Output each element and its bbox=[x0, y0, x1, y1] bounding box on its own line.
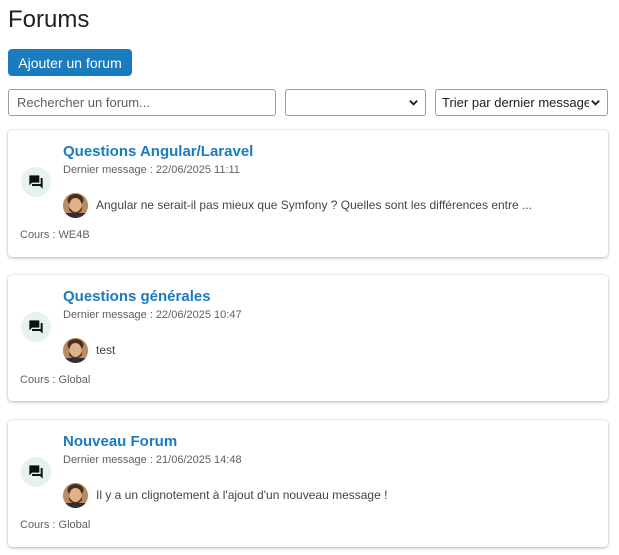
forum-title[interactable]: Nouveau Forum bbox=[63, 433, 177, 450]
forum-icon bbox=[21, 457, 51, 487]
last-message-date: Dernier message : 21/06/2025 14:48 bbox=[63, 454, 242, 466]
user-avatar bbox=[63, 483, 88, 508]
last-message-date: Dernier message : 22/06/2025 10:47 bbox=[63, 309, 242, 321]
course-label: Cours : WE4B bbox=[20, 229, 90, 241]
forum-title[interactable]: Questions Angular/Laravel bbox=[63, 143, 253, 160]
forum-icon bbox=[21, 312, 51, 342]
forums-page: Forums Ajouter un forum Trier par dernie… bbox=[0, 0, 619, 555]
page-title: Forums bbox=[8, 6, 90, 33]
sort-select-value: Trier par dernier message bbox=[442, 95, 589, 110]
user-avatar bbox=[63, 193, 88, 218]
chevron-down-icon bbox=[589, 97, 601, 109]
message-preview: Il y a un clignotement à l'ajout d'un no… bbox=[96, 488, 388, 502]
course-filter-select[interactable] bbox=[285, 89, 426, 116]
forum-title[interactable]: Questions générales bbox=[63, 288, 211, 305]
add-forum-button[interactable]: Ajouter un forum bbox=[8, 49, 132, 76]
message-preview: test bbox=[96, 343, 116, 357]
search-input[interactable] bbox=[8, 89, 276, 116]
forum-card[interactable]: Questions générales Dernier message : 22… bbox=[8, 275, 608, 401]
forum-card[interactable]: Questions Angular/Laravel Dernier messag… bbox=[8, 130, 608, 257]
course-label: Cours : Global bbox=[20, 374, 91, 386]
forum-card[interactable]: Nouveau Forum Dernier message : 21/06/20… bbox=[8, 420, 608, 547]
message-preview: Angular ne serait-il pas mieux que Symfo… bbox=[96, 198, 533, 212]
sort-select[interactable]: Trier par dernier message bbox=[435, 89, 608, 116]
last-message-date: Dernier message : 22/06/2025 11:11 bbox=[63, 164, 240, 176]
user-avatar bbox=[63, 338, 88, 363]
course-label: Cours : Global bbox=[20, 519, 91, 531]
forum-icon bbox=[21, 167, 51, 197]
chevron-down-icon bbox=[407, 97, 419, 109]
